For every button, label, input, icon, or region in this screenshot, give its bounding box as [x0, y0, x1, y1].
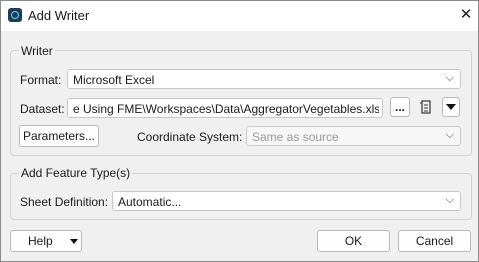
sheet-definition-label: Sheet Definition: — [20, 195, 109, 209]
add-writer-dialog: Add Writer ✕ Writer Format: Microsoft Ex… — [0, 0, 479, 262]
dataset-menu-icon[interactable] — [419, 98, 433, 116]
format-label: Format: — [20, 73, 62, 87]
sheet-definition-value: Automatic... — [118, 195, 182, 209]
format-value: Microsoft Excel — [73, 73, 155, 87]
feature-type-group-label: Add Feature Type(s) — [19, 166, 133, 180]
help-label: Help — [28, 234, 53, 248]
title-bar: Add Writer ✕ — [1, 1, 478, 31]
chevron-down-icon: ⌵ — [445, 129, 454, 141]
cancel-button[interactable]: Cancel — [398, 230, 471, 252]
writer-group-label: Writer — [19, 44, 55, 58]
coordinate-system-combobox[interactable]: Same as source ⌵ — [246, 126, 461, 146]
close-button[interactable]: ✕ — [457, 6, 475, 24]
help-button[interactable]: Help — [10, 230, 82, 252]
sheet-definition-combobox[interactable]: Automatic... ⌵ — [112, 191, 461, 211]
chevron-down-icon — [446, 104, 456, 110]
coordinate-system-value: Same as source — [252, 130, 339, 144]
ok-button[interactable]: OK — [317, 230, 390, 252]
dataset-label: Dataset: — [20, 102, 65, 116]
coordinate-system-label: Coordinate System: — [137, 130, 243, 144]
fme-app-icon — [8, 8, 22, 22]
parameters-button[interactable]: Parameters... — [19, 125, 99, 147]
chevron-down-icon — [70, 239, 78, 244]
format-combobox[interactable]: Microsoft Excel ⌵ — [67, 69, 461, 89]
chevron-down-icon: ⌵ — [445, 194, 454, 206]
dataset-dropdown-button[interactable] — [442, 97, 460, 117]
window-title: Add Writer — [28, 8, 90, 23]
dataset-value: e Using FME\Workspaces\Data\AggregatorVe… — [73, 102, 379, 116]
dataset-field[interactable]: e Using FME\Workspaces\Data\AggregatorVe… — [67, 98, 383, 118]
browse-button[interactable]: ... — [390, 97, 410, 117]
chevron-down-icon: ⌵ — [445, 72, 454, 84]
